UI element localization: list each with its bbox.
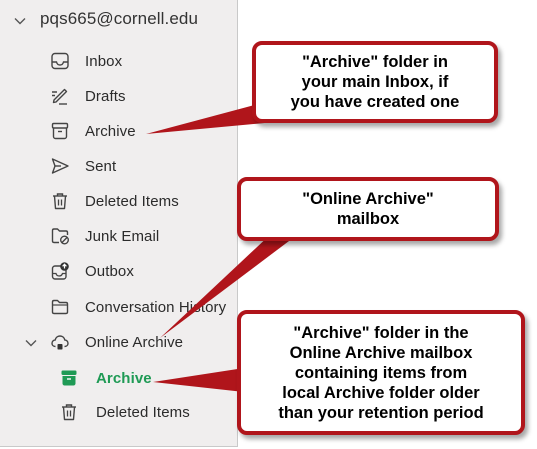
online-archive-row[interactable]: Online Archive: [0, 327, 237, 357]
folder-item-online-archive-archive[interactable]: Archive: [0, 363, 237, 393]
outbox-icon: [51, 262, 69, 280]
callout-line: "Archive" folder in: [302, 53, 448, 71]
drafts-pencil-icon: [52, 88, 68, 105]
callout-line: mailbox: [336, 210, 400, 228]
callout-online-archive-folder: "Archive" folder in the Online Archive m…: [237, 310, 525, 435]
folder-item-sent[interactable]: Sent: [0, 151, 237, 181]
callout-line: your main Inbox, if: [301, 73, 449, 91]
folder-item-junk-email[interactable]: Junk Email: [0, 221, 237, 251]
folder-label: Archive: [85, 123, 136, 140]
callout-line: local Archive folder older: [282, 383, 480, 402]
trash-icon: [53, 193, 67, 210]
archive-box-icon: [51, 122, 69, 140]
callout-online-archive-mailbox: "Online Archive" mailbox: [237, 177, 499, 241]
folder-item-online-archive-deleted-items[interactable]: Deleted Items: [0, 397, 237, 427]
inbox-icon: [51, 52, 69, 70]
callout-line: Online Archive mailbox: [289, 343, 473, 362]
folder-item-drafts[interactable]: Drafts: [0, 81, 237, 111]
chevron-down-icon[interactable]: [24, 336, 38, 350]
chevron-down-icon[interactable]: [13, 14, 27, 28]
folder-item-conversation-history[interactable]: Conversation History: [0, 292, 237, 322]
folder-label: Junk Email: [85, 228, 160, 245]
mailbox-label: Online Archive: [85, 334, 184, 351]
folder-label: Deleted Items: [96, 404, 190, 421]
junk-folder-icon: [51, 228, 69, 245]
account-email: pqs665@cornell.edu: [40, 9, 198, 28]
folder-item-deleted-items[interactable]: Deleted Items: [0, 186, 237, 216]
account-row[interactable]: pqs665@cornell.edu: [0, 5, 237, 35]
callout-line: you have created one: [290, 93, 460, 111]
folder-item-archive[interactable]: Archive: [0, 116, 237, 146]
callout-line: "Online Archive": [302, 190, 434, 208]
folder-pane: pqs665@cornell.edu Inbox Drafts Archive …: [0, 0, 238, 447]
folder-label: Drafts: [85, 88, 126, 105]
folder-label: Outbox: [85, 263, 134, 280]
folder-label: Inbox: [85, 53, 123, 70]
folder-item-outbox[interactable]: Outbox: [0, 256, 237, 286]
callout-line: "Archive" folder in the: [293, 323, 469, 342]
folder-label: Sent: [85, 158, 117, 175]
screenshot-stage: pqs665@cornell.edu Inbox Drafts Archive …: [0, 0, 537, 449]
trash-icon: [62, 404, 76, 421]
folder-label: Deleted Items: [85, 193, 179, 210]
callout-line: than your retention period: [278, 403, 484, 422]
sent-paper-plane-icon: [51, 158, 69, 174]
callout-main-archive: "Archive" folder in your main Inbox, if …: [252, 41, 498, 123]
folder-label: Archive: [96, 370, 152, 387]
archive-box-icon: [61, 370, 77, 386]
folder-icon: [51, 299, 69, 315]
callout-line: containing items from: [294, 363, 468, 382]
folder-item-inbox[interactable]: Inbox: [0, 46, 237, 76]
folder-label: Conversation History: [85, 299, 227, 316]
cloud-archive-icon: [51, 335, 69, 350]
